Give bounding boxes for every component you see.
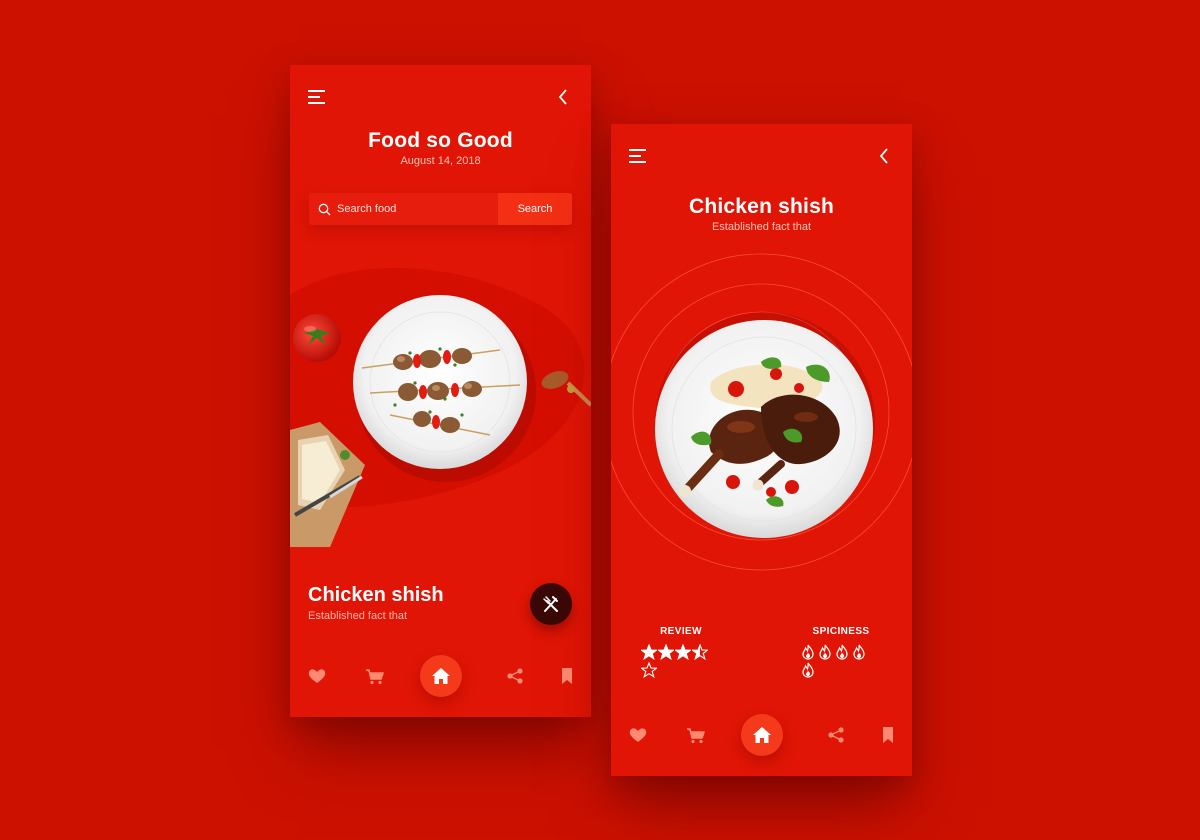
heart-icon — [629, 728, 647, 742]
search-icon — [318, 203, 331, 216]
dish-subtitle: Established fact that — [711, 221, 812, 233]
star-half-icon — [692, 644, 708, 660]
review-stars — [641, 644, 725, 678]
star-filled-icon — [641, 644, 657, 660]
nav-favorites-button[interactable] — [306, 665, 328, 687]
nav-bookmark-button[interactable] — [877, 724, 899, 746]
nav-home-button[interactable] — [741, 714, 783, 756]
tomato-illustration — [293, 314, 341, 362]
chevron-left-icon[interactable] — [872, 146, 896, 166]
nav-home-button[interactable] — [420, 655, 462, 697]
flame-icon — [802, 662, 814, 678]
flame-icon — [853, 644, 865, 660]
fork-knife-button[interactable] — [530, 583, 572, 625]
nav-cart-button[interactable] — [364, 665, 386, 687]
cart-icon — [366, 669, 384, 685]
dish-description: Established fact that — [308, 610, 408, 622]
menu-icon[interactable] — [308, 87, 332, 107]
fork-knife-icon — [543, 596, 558, 612]
nav-favorites-button[interactable] — [627, 724, 649, 746]
cart-icon — [687, 728, 705, 744]
home-screen: Food so Good August 14, 2018 Search food… — [290, 65, 591, 717]
search-button[interactable]: Search — [498, 193, 572, 225]
flame-icon — [802, 644, 814, 660]
detail-screen: Chicken shish Established fact that REVI… — [611, 124, 912, 776]
review-label: REVIEW — [660, 626, 702, 637]
page-date: August 14, 2018 — [400, 155, 481, 167]
dish-title: Chicken shish — [689, 195, 834, 218]
bottom-nav — [290, 655, 591, 697]
flame-icon — [819, 644, 831, 660]
nav-cart-button[interactable] — [685, 724, 707, 746]
share-icon — [507, 668, 523, 684]
dish-name: Chicken shish — [308, 584, 444, 606]
page-title: Food so Good — [368, 129, 513, 152]
chevron-left-icon[interactable] — [551, 87, 575, 107]
bottom-nav — [611, 714, 912, 756]
heart-icon — [308, 669, 326, 683]
home-icon — [753, 727, 771, 743]
flame-icon — [836, 644, 848, 660]
dish-illustration — [611, 253, 912, 571]
menu-icon[interactable] — [629, 146, 653, 166]
share-icon — [828, 727, 844, 743]
spiciness-flames — [801, 644, 885, 678]
bookmark-icon — [562, 668, 572, 684]
nav-share-button[interactable] — [504, 665, 526, 687]
search-input[interactable] — [337, 193, 507, 225]
nav-bookmark-button[interactable] — [556, 665, 578, 687]
spiciness-label: SPICINESS — [812, 626, 870, 637]
search-bar: Search — [309, 193, 572, 225]
star-empty-icon — [641, 662, 657, 678]
nav-share-button[interactable] — [825, 724, 847, 746]
featured-dish-illustration — [290, 267, 591, 547]
home-icon — [432, 668, 450, 684]
bookmark-icon — [883, 727, 893, 743]
star-filled-icon — [658, 644, 674, 660]
star-filled-icon — [675, 644, 691, 660]
